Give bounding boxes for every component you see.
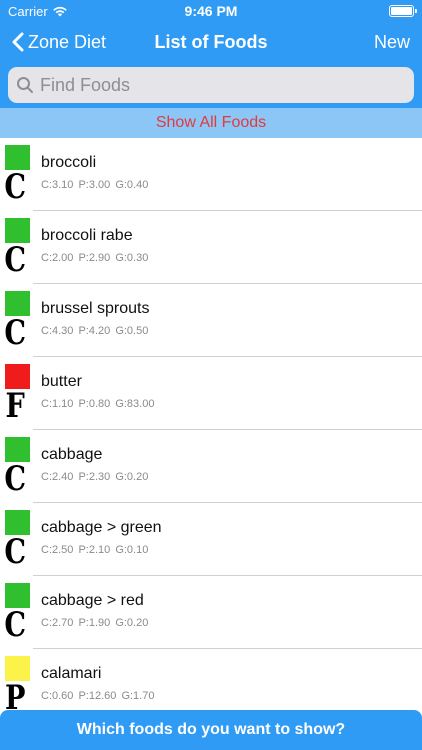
food-nutrition: C:3.10 P:3.00 G:0.40: [41, 179, 149, 191]
search-bar-container: [0, 62, 422, 108]
food-category-letter: C: [4, 459, 27, 499]
food-nutrition: C:4.30 P:4.20 G:0.50: [41, 325, 149, 337]
food-category-letter: C: [4, 532, 27, 572]
battery-icon: [389, 5, 417, 17]
show-all-foods-button[interactable]: Show All Foods: [0, 108, 422, 138]
food-nutrition: C:2.70 P:1.90 G:0.20: [41, 617, 149, 629]
food-list-item[interactable]: Ccabbage > red C:2.70 P:1.90 G:0.20: [0, 576, 422, 649]
food-category-letter: C: [4, 313, 27, 353]
back-button[interactable]: Zone Diet: [12, 32, 106, 53]
food-category-letter: F: [5, 386, 25, 426]
food-name: brussel sprouts: [41, 300, 150, 317]
food-nutrition: C:2.40 P:2.30 G:0.20: [41, 471, 149, 483]
filter-foods-button[interactable]: Which foods do you want to show?: [0, 710, 422, 750]
food-category-letter: C: [4, 240, 27, 280]
food-category-letter: C: [4, 605, 27, 645]
navigation-bar: Zone Diet List of Foods New: [0, 22, 422, 62]
back-button-label: Zone Diet: [28, 31, 107, 52]
status-bar: Carrier 9:46 PM: [0, 0, 422, 22]
food-list-item[interactable]: Ccabbage > green C:2.50 P:2.10 G:0.10: [0, 503, 422, 576]
food-list-item[interactable]: Fbutter C:1.10 P:0.80 G:83.00: [0, 357, 422, 430]
top-bar: Carrier 9:46 PM Zone Diet List of Foods …: [0, 0, 422, 62]
search-bar[interactable]: [8, 67, 414, 103]
food-name: butter: [41, 373, 82, 390]
food-name: cabbage: [41, 446, 103, 463]
food-name: calamari: [41, 665, 102, 682]
food-name: cabbage > green: [41, 519, 162, 536]
food-category-letter: C: [4, 167, 27, 207]
food-list[interactable]: Cbroccoli C:3.10 P:3.00 G:0.40 Cbroccoli r…: [0, 138, 422, 710]
chevron-left-icon: [12, 32, 24, 52]
new-button[interactable]: New: [374, 32, 410, 53]
food-name: broccoli rabe: [41, 227, 133, 244]
wifi-icon: [52, 6, 67, 16]
food-nutrition: C:2.50 P:2.10 G:0.10: [41, 544, 149, 556]
food-nutrition: C:2.00 P:2.90 G:0.30: [41, 252, 149, 264]
carrier-group: Carrier: [8, 4, 68, 19]
food-name: cabbage > red: [41, 592, 144, 609]
food-name: broccoli: [41, 154, 97, 171]
food-nutrition: C:0.60 P:12.60 G:1.70: [41, 690, 155, 702]
food-category-letter: P: [4, 678, 26, 710]
food-list-item[interactable]: Ccabbage C:2.40 P:2.30 G:0.20: [0, 430, 422, 503]
food-list-item[interactable]: Cbroccoli C:3.10 P:3.00 G:0.40: [0, 138, 422, 211]
carrier-label: Carrier: [8, 3, 48, 19]
search-icon: [17, 77, 33, 93]
food-list-item[interactable]: Pcalamari C:0.60 P:12.60 G:1.70: [0, 649, 422, 710]
food-list-item[interactable]: Cbroccoli rabe C:2.00 P:2.90 G:0.30: [0, 211, 422, 284]
food-nutrition: C:1.10 P:0.80 G:83.00: [41, 398, 155, 410]
search-input[interactable]: [40, 74, 400, 96]
food-list-item[interactable]: Cbrussel sprouts C:4.30 P:4.20 G:0.50: [0, 284, 422, 357]
